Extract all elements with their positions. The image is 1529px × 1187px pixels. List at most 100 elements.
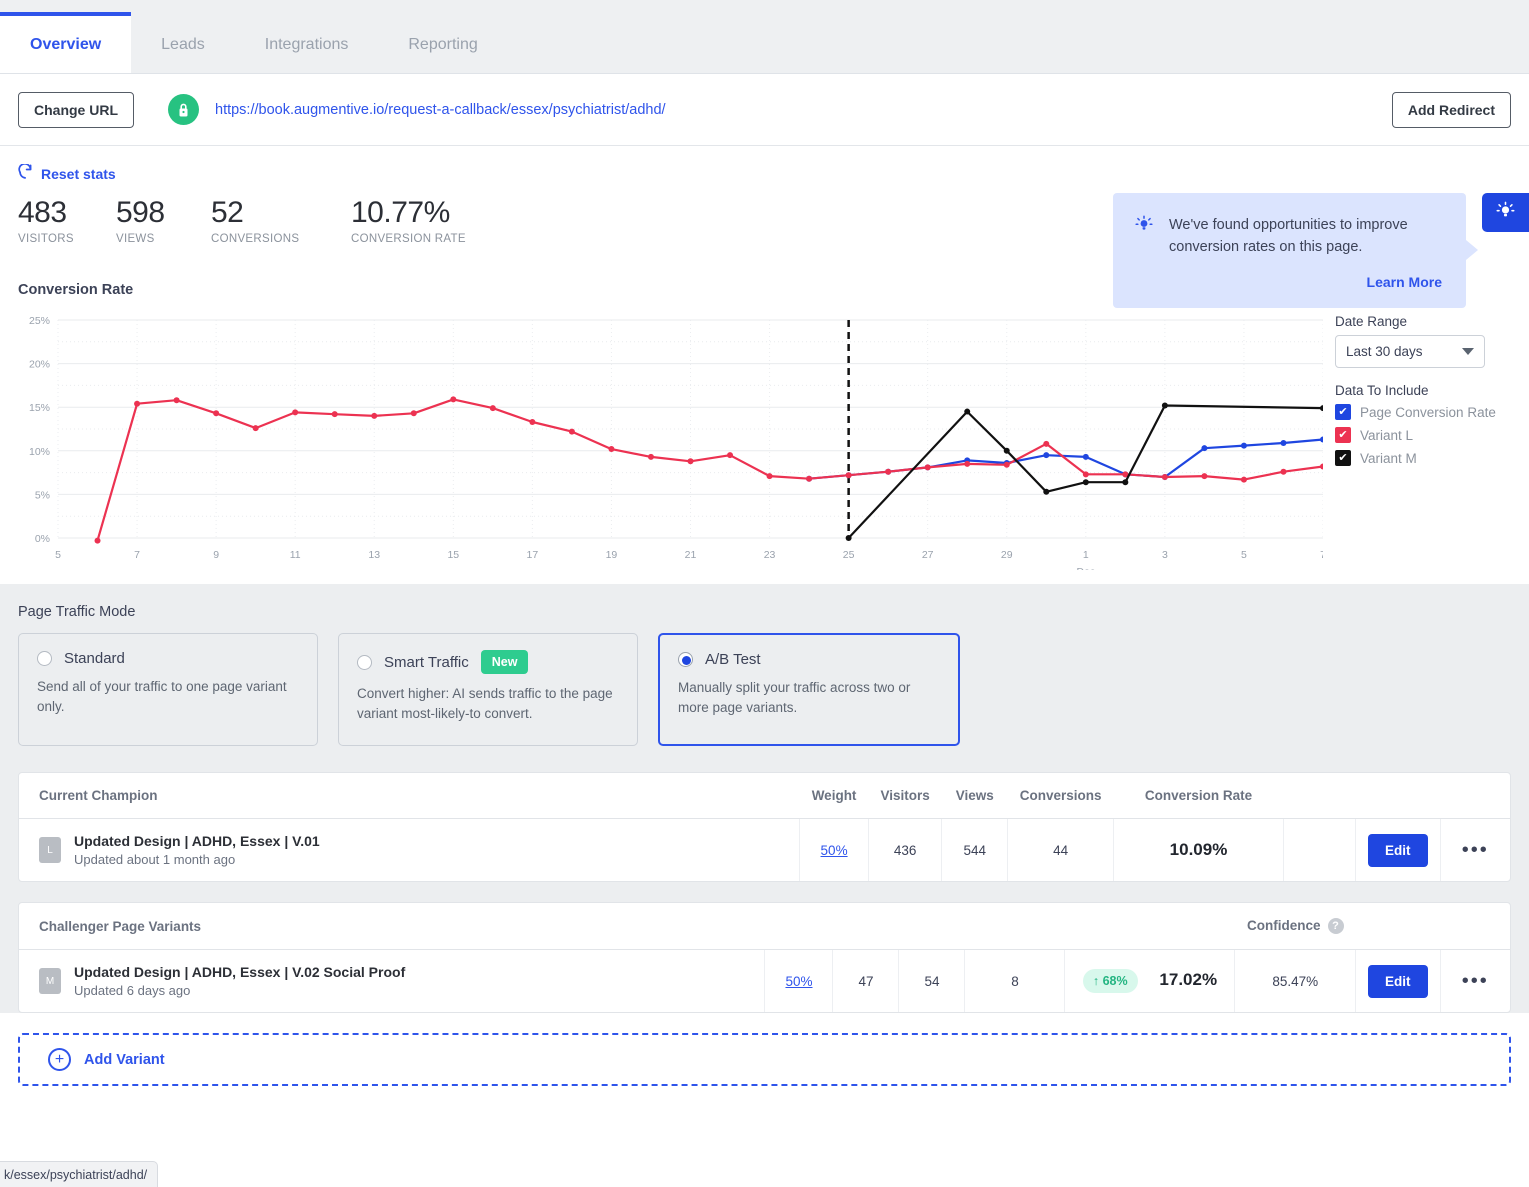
svg-text:7: 7 [134,549,140,561]
traffic-mode-ab-test[interactable]: A/B Test Manually split your traffic acr… [658,633,960,746]
svg-text:10%: 10% [29,446,50,458]
legend-page-conversion-rate[interactable]: ✔ Page Conversion Rate [1335,404,1511,420]
legend-variant-m[interactable]: ✔ Variant M [1335,450,1511,466]
svg-text:7: 7 [1320,549,1323,561]
traffic-mode-smart-traffic[interactable]: Smart Traffic New Convert higher: AI sen… [338,633,638,746]
tab-leads-label: Leads [161,36,205,54]
variant-updated: Updated 6 days ago [74,983,405,998]
champion-table: Current Champion Weight Visitors Views C… [19,773,1510,881]
date-range-select[interactable]: Last 30 days [1335,335,1485,368]
col-edit [1356,773,1441,819]
challenger-confidence-cell: 85.47% [1235,950,1356,1013]
col-weight [765,903,833,950]
stat-conversions-label: CONVERSIONS [211,233,341,245]
status-bar: k/essex/psychiatrist/adhd/ [0,1161,158,1187]
challenger-conversions-cell: 8 [965,950,1065,1013]
reset-stats-button[interactable]: Reset stats [18,164,116,183]
champion-conversions-cell: 44 [1008,819,1114,882]
stat-conversions-value: 52 [211,197,341,229]
challenger-table: Challenger Page Variants Confidence? M [19,903,1510,1012]
conversion-rate-value: 17.02% [1159,970,1217,989]
lift-arrow-icon: ↑ [1093,974,1099,988]
checkbox-checked-icon[interactable]: ✔ [1335,427,1351,443]
conversion-rate-value: 10.09% [1170,840,1228,859]
col-visitors: Visitors [868,773,941,819]
weight-link[interactable]: 50% [785,974,812,989]
radio-smart-traffic[interactable] [357,655,372,670]
lock-icon [168,94,199,125]
stat-conversion-rate-label: CONVERSION RATE [351,233,531,245]
help-icon[interactable]: ? [1328,918,1344,934]
edit-button[interactable]: Edit [1368,965,1428,998]
traffic-mode-name: Smart Traffic [384,654,469,671]
svg-text:25: 25 [843,549,855,561]
champion-edit-cell: Edit [1356,819,1441,882]
champion-section-label: Current Champion [19,773,800,819]
tab-leads[interactable]: Leads [131,13,235,73]
traffic-mode-standard[interactable]: Standard Send all of your traffic to one… [18,633,318,746]
page-url[interactable]: https://book.augmentive.io/request-a-cal… [215,102,666,118]
new-badge: New [481,650,529,674]
radio-ab-test[interactable] [678,652,693,667]
svg-text:5: 5 [1241,549,1247,561]
edit-button[interactable]: Edit [1368,834,1428,867]
current-champion-card: Current Champion Weight Visitors Views C… [18,772,1511,882]
chevron-down-icon [1462,348,1474,355]
refresh-icon [18,164,33,183]
col-spacer [1284,773,1356,819]
checkbox-checked-icon[interactable]: ✔ [1335,450,1351,466]
add-redirect-button[interactable]: Add Redirect [1392,92,1511,128]
legend-variant-l[interactable]: ✔ Variant L [1335,427,1511,443]
tab-overview[interactable]: Overview [0,12,131,73]
challenger-section-label: Challenger Page Variants [19,903,765,950]
traffic-mode-name: Standard [64,650,125,667]
challenger-variants-card: Challenger Page Variants Confidence? M [18,902,1511,1013]
confidence-label: Confidence [1247,918,1321,933]
status-bar-text: k/essex/psychiatrist/adhd/ [4,1168,147,1182]
table-row: M Updated Design | ADHD, Essex | V.02 So… [19,950,1510,1013]
stat-conversion-rate-value: 10.77% [351,197,531,229]
svg-text:17: 17 [527,549,539,561]
svg-text:1: 1 [1083,549,1089,561]
weight-link[interactable]: 50% [821,843,848,858]
checkbox-checked-icon[interactable]: ✔ [1335,404,1351,420]
stat-visitors-value: 483 [18,197,106,229]
svg-text:23: 23 [764,549,776,561]
svg-text:21: 21 [685,549,697,561]
stat-views: 598 VIEWS [116,197,201,245]
champion-more-cell: ••• [1440,819,1510,882]
tab-reporting[interactable]: Reporting [378,13,507,73]
legend-label: Variant M [1360,451,1417,466]
date-range-label: Date Range [1335,314,1511,329]
more-options-icon[interactable]: ••• [1462,970,1489,992]
more-options-icon[interactable]: ••• [1462,839,1489,861]
learn-more-link[interactable]: Learn More [1367,274,1442,290]
col-weight: Weight [800,773,869,819]
svg-text:Dec: Dec [1076,566,1095,570]
champion-weight-cell: 50% [800,819,869,882]
tab-overview-label: Overview [30,36,101,54]
lift-badge: ↑ 68% [1083,969,1138,993]
opportunity-toggle-button[interactable] [1482,193,1529,232]
table-header-row: Current Champion Weight Visitors Views C… [19,773,1510,819]
data-to-include-label: Data To Include [1335,383,1511,398]
lightbulb-icon [1496,201,1515,224]
lightbulb-icon [1135,215,1153,308]
svg-text:25%: 25% [29,315,50,327]
challenger-views-cell: 54 [899,950,965,1013]
svg-text:13: 13 [368,549,380,561]
radio-standard[interactable] [37,651,52,666]
challenger-weight-cell: 50% [765,950,833,1013]
col-edit [1356,903,1441,950]
col-more [1440,903,1510,950]
variants-area: Current Champion Weight Visitors Views C… [0,772,1529,1013]
url-bar: Change URL https://book.augmentive.io/re… [0,74,1529,146]
tab-integrations[interactable]: Integrations [235,13,379,73]
svg-text:5%: 5% [35,489,50,501]
add-variant-button[interactable]: + Add Variant [18,1033,1511,1086]
opportunity-text: We've found opportunities to improve con… [1169,215,1442,308]
callout-arrow [1466,240,1478,260]
stat-views-label: VIEWS [116,233,201,245]
tab-bar: Overview Leads Integrations Reporting [0,0,1529,74]
change-url-button[interactable]: Change URL [18,92,134,128]
